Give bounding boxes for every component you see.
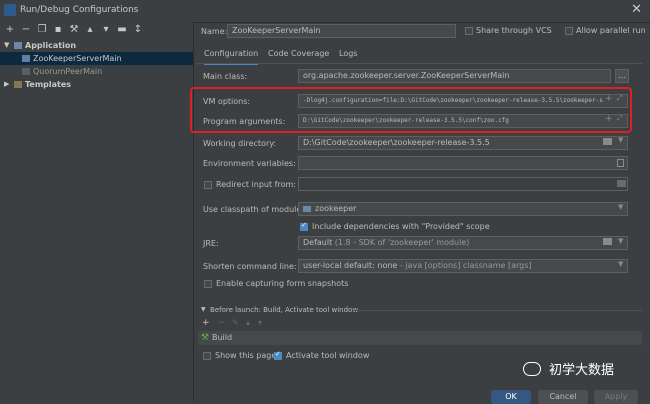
- chevron-down-icon[interactable]: ▼: [201, 306, 206, 313]
- run-config-icon: [22, 55, 30, 62]
- tree-toolbar: + − ❐ ▪ ⚒ ▴ ▾ ▬ ↕: [0, 22, 193, 40]
- run-config-icon: [22, 68, 30, 75]
- hammer-icon: ⚒: [201, 333, 210, 343]
- tab-divider: [196, 63, 642, 64]
- redirect-input-label: Redirect input from:: [216, 180, 296, 189]
- tree-item-label: ZooKeeperServerMain: [33, 54, 122, 63]
- working-dir-field[interactable]: D:\GitCode\zookeeper\zookeeper-release-3…: [298, 136, 628, 150]
- tree-item-label: QuorumPeerMain: [33, 67, 103, 76]
- redirect-input-field[interactable]: [298, 177, 628, 191]
- ok-button[interactable]: OK: [491, 390, 531, 404]
- move-down-icon[interactable]: ▾: [258, 318, 262, 327]
- wechat-icon: [523, 362, 541, 376]
- chevron-down-icon[interactable]: ▼: [618, 260, 623, 268]
- chevron-right-icon[interactable]: ▶: [4, 78, 9, 91]
- classpath-label: Use classpath of module:: [203, 205, 305, 214]
- allow-parallel-checkbox[interactable]: [565, 27, 573, 35]
- chevron-down-icon[interactable]: ▼: [618, 237, 623, 245]
- capture-snapshots-label: Enable capturing form snapshots: [216, 279, 349, 288]
- close-icon[interactable]: ✕: [631, 2, 642, 17]
- copy-icon[interactable]: ❐: [36, 24, 48, 36]
- app-icon: [4, 4, 16, 16]
- module-icon: [303, 206, 311, 212]
- capture-snapshots-checkbox[interactable]: [204, 280, 212, 288]
- move-up-icon[interactable]: ▴: [246, 318, 250, 327]
- jre-value: Default: [303, 238, 333, 247]
- folder-icon[interactable]: [617, 180, 626, 187]
- shorten-hint: - java [options] classname [args]: [399, 261, 532, 270]
- env-vars-field[interactable]: [298, 156, 628, 170]
- browse-main-class-button[interactable]: …: [615, 69, 629, 83]
- application-icon: [14, 42, 22, 49]
- move-down-icon[interactable]: ▾: [100, 24, 112, 36]
- tree-item-application[interactable]: ▼ Application: [0, 39, 193, 52]
- before-launch-list: ⚒ Build: [198, 331, 642, 345]
- config-tree-panel: + − ❐ ▪ ⚒ ▴ ▾ ▬ ↕ ▼ Application ZooKeepe…: [0, 22, 194, 401]
- jre-select[interactable]: Default (1.8 - SDK of 'zookeeper' module…: [298, 236, 628, 250]
- include-deps-label: Include dependencies with "Provided" sco…: [312, 222, 490, 231]
- classpath-select[interactable]: zookeeper: [298, 202, 628, 216]
- window-title: Run/Debug Configurations: [20, 5, 139, 15]
- env-vars-label: Environment variables:: [203, 159, 296, 168]
- shorten-value: user-local default: none: [303, 261, 398, 270]
- add-icon[interactable]: +: [4, 24, 16, 36]
- tree-item-label: Templates: [25, 80, 72, 89]
- jre-label: JRE:: [203, 239, 219, 248]
- main-class-field[interactable]: org.apache.zookeeper.server.ZooKeeperSer…: [298, 69, 611, 83]
- folder-icon[interactable]: [603, 138, 612, 145]
- redirect-input-checkbox[interactable]: [204, 181, 212, 189]
- wrench-icon: [14, 81, 22, 88]
- chevron-down-icon[interactable]: ▼: [4, 39, 9, 52]
- before-launch-label: Before launch: Build, Activate tool wind…: [210, 306, 359, 314]
- working-dir-label: Working directory:: [203, 139, 277, 148]
- tree-item-templates[interactable]: ▶ Templates: [0, 78, 193, 91]
- share-vcs-label: Share through VCS: [476, 26, 552, 35]
- chevron-down-icon[interactable]: ▼: [618, 136, 623, 144]
- cancel-button[interactable]: Cancel: [538, 390, 588, 404]
- tree-item-label: Application: [25, 41, 77, 50]
- shorten-select[interactable]: user-local default: none - java [options…: [298, 259, 628, 273]
- share-vcs-checkbox[interactable]: [465, 27, 473, 35]
- chevron-down-icon[interactable]: ▼: [618, 203, 623, 211]
- apply-button[interactable]: Apply: [594, 390, 638, 404]
- include-deps-checkbox[interactable]: [300, 221, 308, 231]
- remove-icon[interactable]: −: [218, 318, 226, 328]
- title-bar: Run/Debug Configurations ✕: [0, 0, 650, 23]
- document-icon[interactable]: [617, 159, 624, 167]
- tab-code-coverage[interactable]: Code Coverage: [268, 47, 329, 63]
- shorten-label: Shorten command line:: [203, 262, 297, 271]
- name-label: Name:: [201, 27, 228, 36]
- before-launch-toolbar: + − ✎ ▴ ▾: [198, 318, 348, 330]
- tree-item-zookeeperservermain[interactable]: ZooKeeperServerMain: [0, 52, 193, 65]
- show-page-label: Show this page: [215, 351, 277, 360]
- highlight-annotation: [190, 87, 632, 133]
- show-page-checkbox[interactable]: [203, 352, 211, 360]
- allow-parallel-label: Allow parallel run: [576, 26, 646, 35]
- wrench-icon[interactable]: ⚒: [68, 24, 80, 36]
- remove-icon[interactable]: −: [20, 24, 32, 36]
- watermark: 初学大数据: [549, 363, 615, 378]
- move-up-icon[interactable]: ▴: [84, 24, 96, 36]
- sort-icon[interactable]: ↕: [132, 24, 144, 36]
- tree-item-quorumpeermain[interactable]: QuorumPeerMain: [0, 65, 193, 78]
- list-item[interactable]: Build: [212, 333, 232, 342]
- tab-logs[interactable]: Logs: [339, 47, 357, 63]
- jre-hint: (1.8 - SDK of 'zookeeper' module): [334, 238, 470, 247]
- edit-icon[interactable]: ✎: [232, 318, 239, 327]
- before-launch-divider: [352, 310, 642, 311]
- folder-icon[interactable]: ▬: [116, 24, 128, 36]
- add-icon[interactable]: +: [202, 318, 210, 328]
- save-icon[interactable]: ▪: [52, 24, 64, 36]
- name-field[interactable]: ZooKeeperServerMain: [227, 24, 456, 38]
- activate-tool-window-checkbox[interactable]: [274, 350, 282, 360]
- main-class-label: Main class:: [203, 72, 248, 81]
- folder-icon[interactable]: [603, 238, 612, 245]
- activate-tool-window-label: Activate tool window: [286, 351, 370, 360]
